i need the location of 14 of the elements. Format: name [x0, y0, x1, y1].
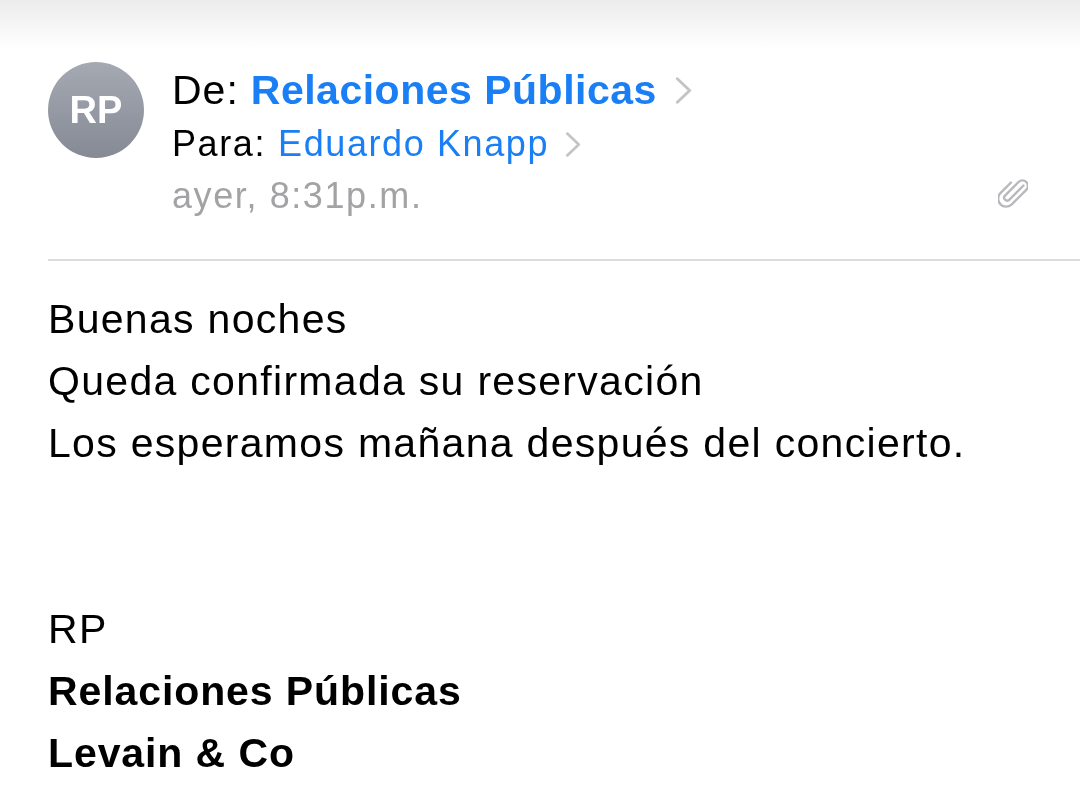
- recipient-link[interactable]: Eduardo Knapp: [278, 118, 582, 170]
- chevron-icon: [565, 131, 582, 157]
- signature-line: Relaciones Públicas: [48, 667, 462, 716]
- chevron-icon: [674, 76, 692, 104]
- signature-line: RP: [48, 605, 108, 654]
- sender-link[interactable]: Relaciones Públicas: [250, 62, 692, 118]
- message-line: Los esperamos mañana después del concierto.: [48, 419, 966, 468]
- from-label: De:: [172, 66, 239, 115]
- signature-line: Levain & Co: [48, 729, 295, 778]
- message-line: Queda confirmada su reservación: [48, 357, 704, 406]
- message-date: ayer, 8:31p.m.: [172, 174, 423, 218]
- to-label: Para:: [172, 122, 267, 166]
- avatar: RP: [48, 62, 144, 158]
- message-line: Buenas noches: [48, 295, 348, 344]
